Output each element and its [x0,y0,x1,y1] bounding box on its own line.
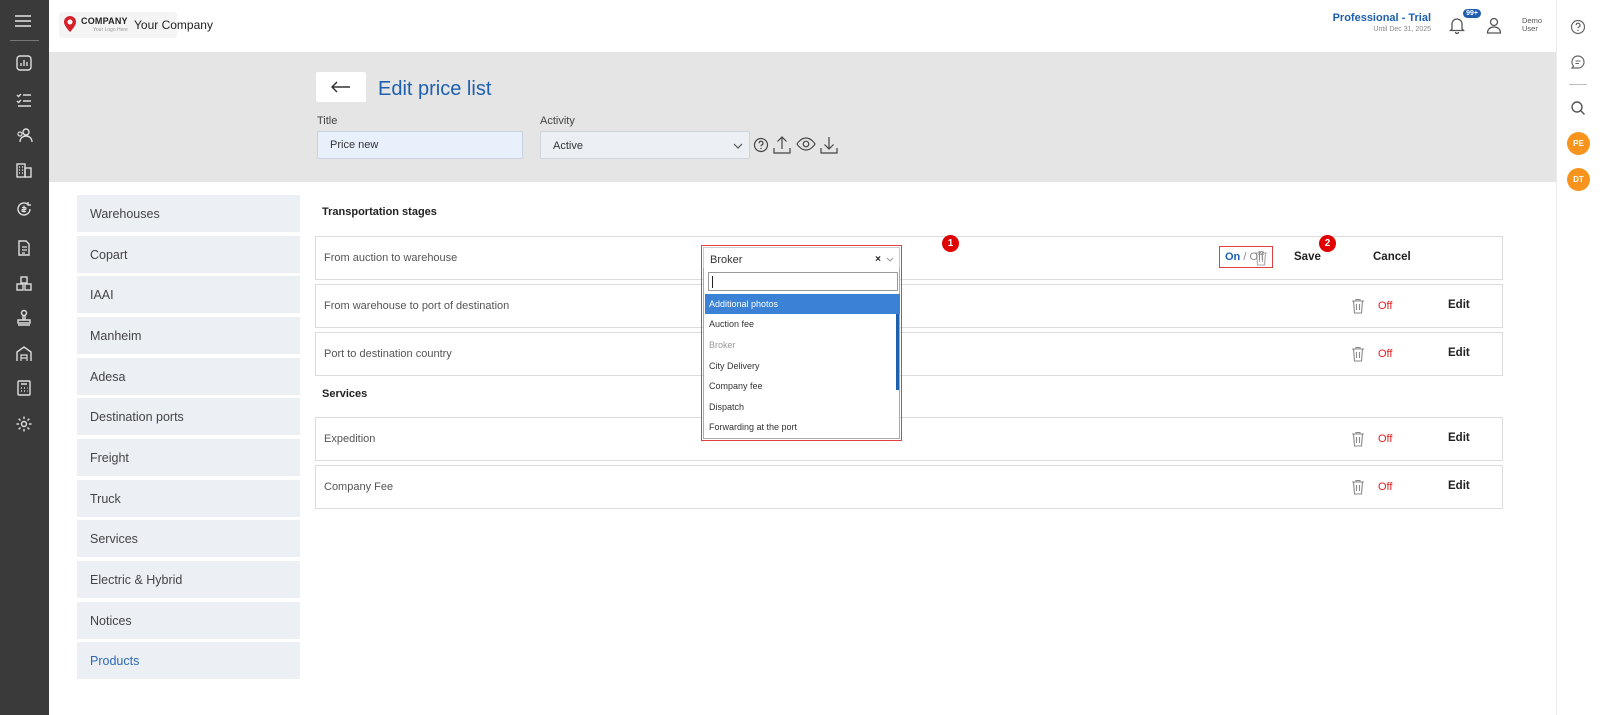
toggle-off[interactable]: Off [1249,251,1263,263]
bell-icon[interactable] [1449,16,1465,34]
highlight-frame-1 [701,245,902,441]
row-name: Company Fee [324,481,394,493]
avatar-pe[interactable]: PE [1567,132,1590,155]
logo-subtext: Your Logo Here [93,27,128,33]
sidebar-item-copart[interactable]: Copart [77,236,300,273]
status-off[interactable]: Off [1378,348,1392,360]
chevron-down-icon [733,143,743,149]
sidebar-item-notices[interactable]: Notices [77,602,300,639]
help-circle-icon[interactable] [1570,19,1586,35]
sidebar-item-electric-hybrid[interactable]: Electric & Hybrid [77,561,300,598]
edit-button[interactable]: Edit [1448,347,1470,359]
page-title: Edit price list [378,78,492,100]
help-icon[interactable] [753,137,769,153]
section-title-transportation: Transportation stages [322,206,437,218]
right-rail: PE DT [1556,0,1600,715]
plan-name: Professional - Trial [1332,12,1431,24]
cancel-button[interactable]: Cancel [1373,251,1411,263]
row-name: Port to destination country [324,348,452,360]
user-name[interactable]: Demo User [1522,17,1542,33]
status-off[interactable]: Off [1378,300,1392,312]
warehouse-icon[interactable] [15,345,33,363]
trash-icon[interactable] [1351,431,1365,447]
stamp-icon[interactable] [15,309,33,327]
download-icon[interactable] [820,135,838,155]
trash-icon[interactable] [1351,346,1365,362]
row-name: From warehouse to port of destination [324,300,510,312]
notification-badge: 99+ [1463,9,1481,18]
status-off[interactable]: Off [1378,433,1392,445]
table-row: Port to destination country Off Edit [315,332,1503,376]
edit-button[interactable]: Edit [1448,432,1470,444]
right-rail-divider [1569,84,1587,85]
sidebar-item-products[interactable]: Products [77,642,300,679]
calculator-icon[interactable] [15,379,33,397]
search-icon[interactable] [1570,100,1586,116]
sidebar-item-services[interactable]: Services [77,520,300,557]
activity-label: Activity [540,115,575,127]
users-icon[interactable] [15,126,33,144]
back-button[interactable] [316,72,366,102]
page-header: Edit price list Title Activity Active [49,52,1556,182]
plan-info[interactable]: Professional - Trial Until Dec 31, 2025 [1333,12,1431,33]
dashboard-icon[interactable] [15,54,33,72]
sidebar-item-adesa[interactable]: Adesa [77,358,300,395]
sidebar-item-iaai[interactable]: IAAI [77,276,300,313]
plan-expiry: Until Dec 31, 2025 [1373,26,1431,33]
menu-icon[interactable] [14,14,32,28]
sidebar-item-freight[interactable]: Freight [77,439,300,476]
sidebar-item-destination-ports[interactable]: Destination ports [77,398,300,435]
title-label: Title [317,115,338,127]
left-nav-rail [0,0,49,715]
logo-text: COMPANY [81,16,128,26]
table-row: From warehouse to port of destination Of… [315,284,1503,328]
activity-value: Active [553,140,583,152]
user-last-name: User [1521,24,1538,33]
user-icon[interactable] [1486,16,1502,34]
table-row: Company Fee Off Edit [315,465,1503,509]
step-marker-1: 1 [942,235,959,252]
checklist-icon[interactable] [15,91,33,109]
status-off[interactable]: Off [1378,481,1392,493]
edit-button[interactable]: Edit [1448,480,1470,492]
title-input[interactable] [317,131,523,159]
step-marker-2: 2 [1319,235,1336,252]
sidebar-item-truck[interactable]: Truck [77,480,300,517]
row-name: Expedition [324,433,376,445]
top-header: COMPANY Your Logo Here Your Company Prof… [49,0,1556,52]
toggle-on[interactable]: On [1225,251,1240,263]
trash-icon[interactable] [1351,479,1365,495]
upload-icon[interactable] [773,135,791,155]
money-cycle-icon[interactable] [15,200,33,218]
sidebar-item-manheim[interactable]: Manheim [77,317,300,354]
avatar-dt[interactable]: DT [1567,168,1590,191]
boxes-icon[interactable] [15,274,33,292]
building-icon[interactable] [15,161,33,179]
section-title-services: Services [322,388,368,400]
toggle-separator: / [1243,251,1247,263]
settings-icon[interactable] [15,415,33,433]
chat-icon[interactable] [1570,54,1586,70]
trash-icon[interactable] [1351,298,1365,314]
eye-icon[interactable] [796,137,816,151]
company-name: Your Company [134,18,213,32]
rail-divider [10,40,39,41]
edit-button[interactable]: Edit [1448,299,1470,311]
save-button[interactable]: Save [1294,251,1321,263]
sidebar-item-warehouses[interactable]: Warehouses [77,195,300,232]
activity-select[interactable]: Active [540,131,750,159]
on-off-toggle[interactable]: On / Off [1219,246,1273,268]
document-icon[interactable] [15,239,33,257]
row-name: From auction to warehouse [324,252,458,264]
table-row: Expedition Off Edit [315,417,1503,461]
